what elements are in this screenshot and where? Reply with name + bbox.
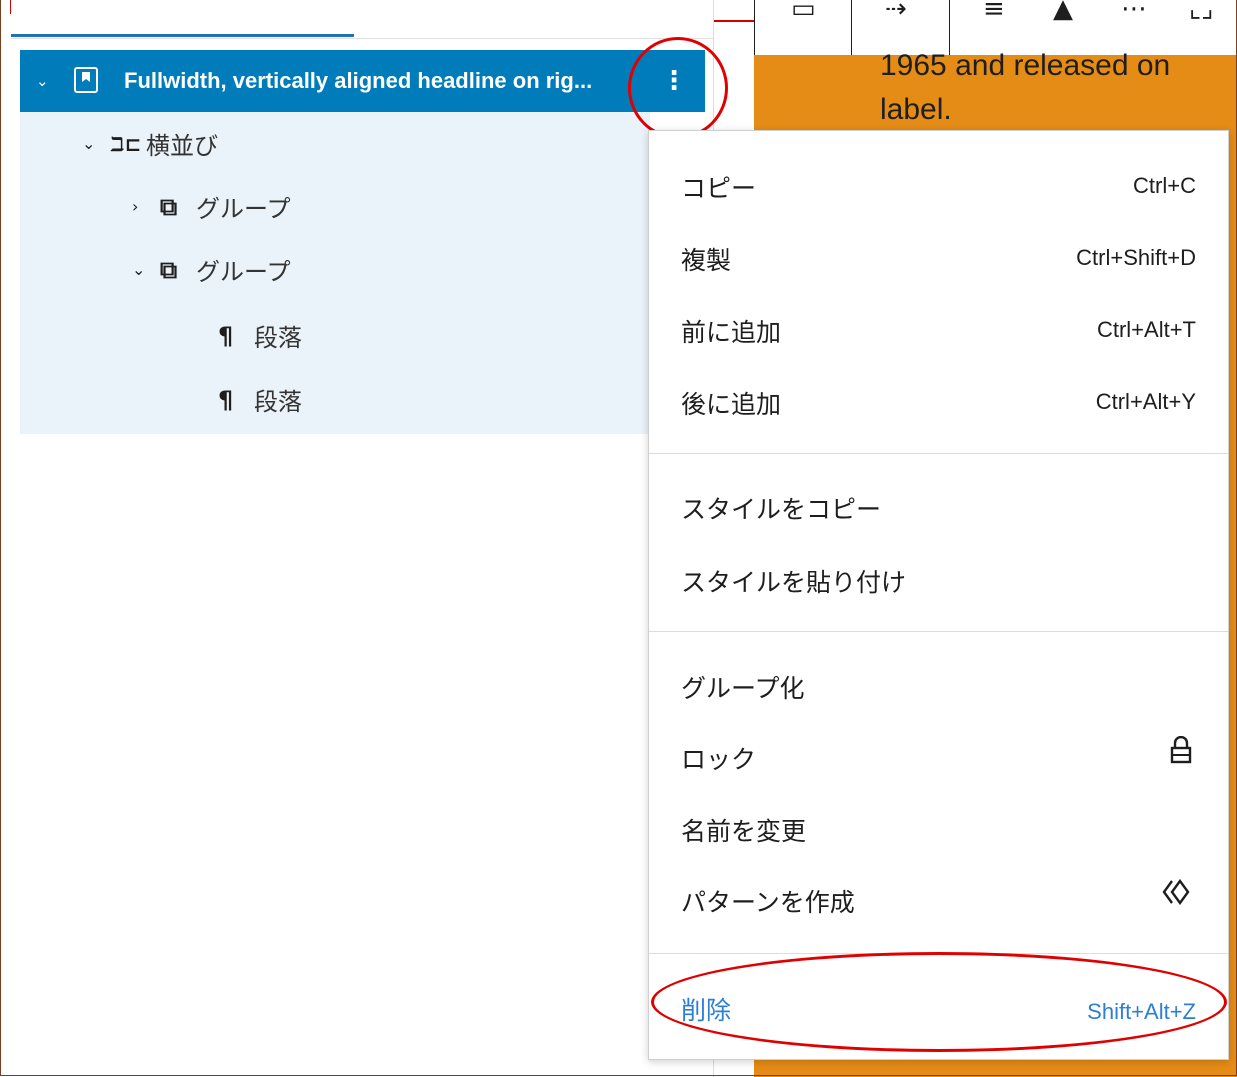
screenshot-frame <box>0 0 1237 1076</box>
